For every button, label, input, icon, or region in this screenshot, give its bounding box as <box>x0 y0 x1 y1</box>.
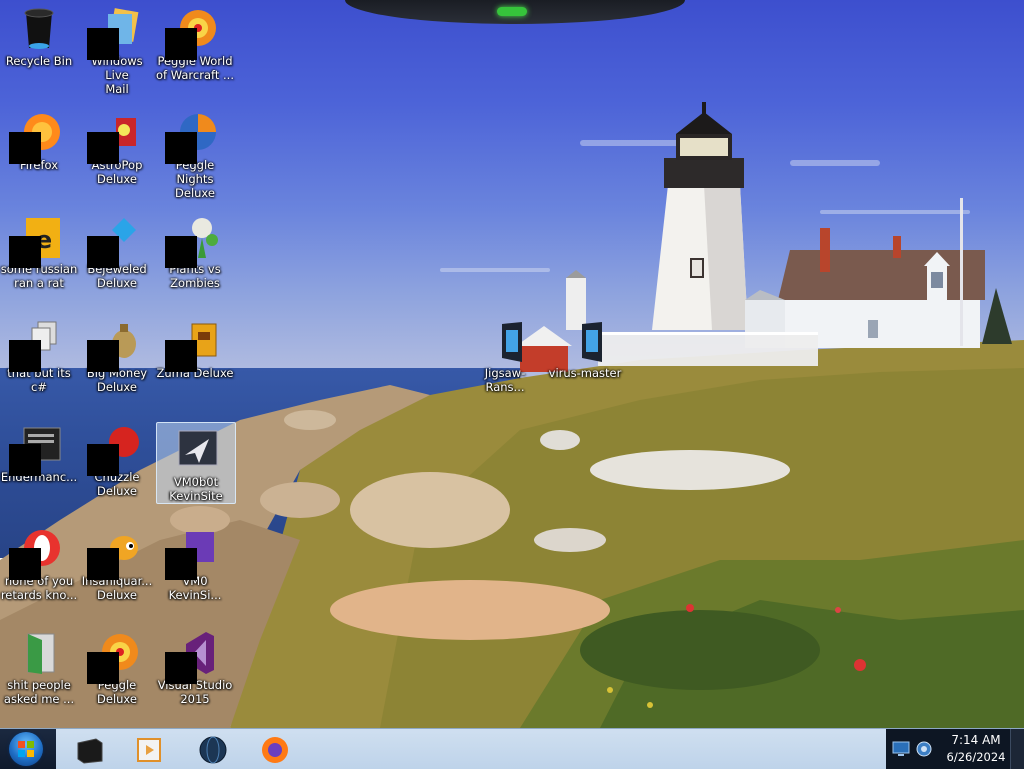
desktop-icon-jigsaw-ransomware[interactable]: Jigsaw-Rans... <box>466 314 544 394</box>
desktop-icon-windows-live-mail[interactable]: Windows Live Mail <box>78 2 156 96</box>
app-window-icon <box>582 322 602 362</box>
desktop-icon-peggle-world-of-warcraft[interactable]: Peggle World of Warcraft ... <box>156 2 234 82</box>
desktop-icon-zuma-deluxe[interactable]: Zuma Deluxe <box>156 314 234 380</box>
terminal-box-icon <box>77 738 103 764</box>
app-window-icon <box>502 322 522 362</box>
redaction-block <box>87 236 119 268</box>
redaction-block <box>165 236 197 268</box>
windows-logo-icon <box>9 732 43 766</box>
desktop-icon-label: Recycle Bin <box>5 54 73 68</box>
redaction-block <box>9 548 41 580</box>
desktop-icon-label: Jigsaw-Rans... <box>484 366 526 394</box>
desktop-icon-label: Peggle Nights Deluxe <box>175 158 215 200</box>
monitor-icon[interactable] <box>892 741 910 757</box>
desktop-icon-some-russian-ran-a-rat[interactable]: e some russian ran a rat <box>0 210 78 290</box>
desktop-icon-vm0b0t-kevinsite[interactable]: VM0b0t KevinSite <box>156 422 236 504</box>
dock-status-light <box>497 7 527 16</box>
firefox-icon <box>262 737 288 763</box>
desktop-icon-firefox[interactable]: Firefox <box>0 106 78 172</box>
desktop-icon-insaniquarium-deluxe[interactable]: Insaniquar... Deluxe <box>78 522 156 602</box>
redaction-block <box>165 132 197 164</box>
desktop-icon-label: shit people asked me ... <box>3 678 75 706</box>
desktop-icon-big-money-deluxe[interactable]: Big Money Deluxe <box>78 314 156 394</box>
clock-time: 7:14 AM <box>951 733 1001 747</box>
clock-date: 6/26/2024 <box>946 750 1006 764</box>
desktop-icon-plants-vs-zombies[interactable]: Plants vs Zombies <box>156 210 234 290</box>
redaction-block <box>87 132 119 164</box>
globe-icon <box>199 736 227 764</box>
redaction-block <box>9 340 41 372</box>
redaction-block <box>165 340 197 372</box>
desktop-icon-endermanc[interactable]: Endermanc... <box>0 418 78 484</box>
desktop-icon-recycle-bin[interactable]: Recycle Bin <box>0 2 78 68</box>
redaction-block <box>87 28 119 60</box>
redaction-block <box>87 548 119 580</box>
show-desktop-button[interactable] <box>1010 729 1024 769</box>
desktop-icon-virus-master[interactable]: virus-master <box>546 314 624 380</box>
redaction-block <box>87 444 119 476</box>
taskbar-pinned-terminal[interactable] <box>64 731 112 767</box>
taskbar-pinned-globe[interactable] <box>188 731 236 767</box>
redaction-block <box>165 548 197 580</box>
desktop-icon-label: VM0b0t KevinSite <box>169 475 223 503</box>
recycle-bin-icon <box>24 8 54 49</box>
cursor-window-icon <box>178 430 218 466</box>
taskbar: 7:14 AM 6/26/2024 <box>0 728 1024 769</box>
redaction-block <box>87 652 119 684</box>
system-tray: 7:14 AM 6/26/2024 <box>886 729 1010 769</box>
redaction-block <box>9 132 41 164</box>
redaction-block <box>87 340 119 372</box>
desktop-icon-chuzzle-deluxe[interactable]: Chuzzle Deluxe <box>78 418 156 498</box>
desktop-icon-bejeweled-deluxe[interactable]: Bejeweled Deluxe <box>78 210 156 290</box>
taskbar-pinned-media-player[interactable] <box>124 731 172 767</box>
redaction-block <box>9 236 41 268</box>
desktop-icon-visual-studio-2015[interactable]: Visual Studio 2015 <box>156 626 234 706</box>
desktop-icon-vm0-kevinsite[interactable]: VM0 KevinSi... <box>156 522 234 602</box>
desktop-icon-peggle-deluxe[interactable]: Peggle Deluxe <box>78 626 156 706</box>
taskbar-pinned-firefox[interactable] <box>250 731 298 767</box>
redaction-block <box>165 28 197 60</box>
desktop-icon-astropop-deluxe[interactable]: AstroPop Deluxe <box>78 106 156 186</box>
desktop-icon-label: virus-master <box>548 366 622 380</box>
desktop-icon-that-but-its-csharp[interactable]: that but its c# <box>0 314 78 394</box>
desktop-icon-peggle-nights-deluxe[interactable]: Peggle Nights Deluxe <box>156 106 234 200</box>
redaction-block <box>9 444 41 476</box>
door-icon <box>27 633 55 674</box>
wallpaper-flagpole <box>960 198 963 346</box>
desktop-icon-none-of-you[interactable]: none of you retards kno... <box>0 522 78 602</box>
desktop-icon-label: Windows Live Mail <box>91 54 143 96</box>
desktop-icon-shit-people-asked-me[interactable]: shit people asked me ... <box>0 626 78 706</box>
media-player-icon <box>137 738 161 762</box>
network-icon[interactable] <box>916 741 932 757</box>
start-button[interactable] <box>4 730 46 768</box>
redaction-block <box>165 652 197 684</box>
